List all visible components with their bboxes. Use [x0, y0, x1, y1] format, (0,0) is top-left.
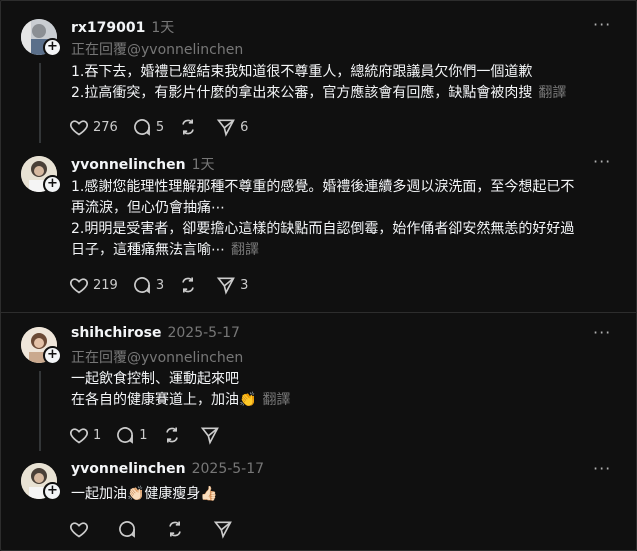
- comment-icon: [133, 277, 150, 294]
- comment-icon: [117, 427, 134, 444]
- share-count: 6: [240, 119, 249, 135]
- post-header: shihchirose 2025-5-17: [71, 325, 240, 341]
- action-bar: 276 5 6: [69, 117, 262, 137]
- comment-button[interactable]: 1: [115, 425, 148, 445]
- like-count: 276: [93, 119, 118, 135]
- username[interactable]: yvonnelinchen: [71, 461, 186, 477]
- more-icon[interactable]: ···: [593, 323, 611, 342]
- comment-button[interactable]: [117, 519, 141, 539]
- comment-button[interactable]: 5: [132, 117, 164, 137]
- follow-plus-icon[interactable]: +: [43, 482, 62, 501]
- post-line: 一起飲食控制、運動起來吧: [71, 371, 239, 387]
- action-bar: 219 3 3: [69, 275, 262, 295]
- timestamp[interactable]: 1天: [192, 157, 215, 173]
- post-line: 一起加油👏🏻健康瘦身👍🏻: [71, 486, 218, 502]
- reply-to-label[interactable]: 正在回覆@yvonnelinchen: [71, 347, 243, 367]
- comment-button[interactable]: 3: [132, 275, 164, 295]
- post-body: 1.感謝您能理性理解那種不尊重的感覺。婚禮後連續多週以淚洗面，至今想起已不 再流…: [71, 177, 611, 261]
- share-icon: [200, 427, 219, 445]
- share-button[interactable]: 6: [216, 117, 248, 137]
- repost-icon: [182, 119, 194, 135]
- repost-button[interactable]: [178, 117, 202, 137]
- heart-icon: [70, 428, 88, 444]
- post-header: yvonnelinchen 1天: [71, 154, 215, 174]
- share-button[interactable]: [200, 425, 224, 445]
- reply-to-label[interactable]: 正在回覆@yvonnelinchen: [71, 39, 243, 59]
- more-icon[interactable]: ···: [593, 15, 611, 34]
- timestamp[interactable]: 2025-5-17: [192, 461, 264, 477]
- heart-icon: [70, 522, 88, 538]
- follow-plus-icon[interactable]: +: [43, 346, 62, 365]
- like-count: 1: [93, 427, 102, 443]
- repost-icon: [169, 521, 181, 537]
- translate-link[interactable]: 翻譯: [231, 242, 259, 258]
- timestamp[interactable]: 1天: [151, 20, 174, 36]
- post-line: 1.感謝您能理性理解那種不尊重的感覺。婚禮後連續多週以淚洗面，至今想起已不: [71, 179, 575, 195]
- more-icon[interactable]: ···: [593, 459, 611, 478]
- post-line: 在各自的健康賽道上，加油👏: [71, 392, 257, 408]
- follow-plus-icon[interactable]: +: [43, 38, 62, 57]
- post-header: rx179001 1天: [71, 17, 174, 37]
- post-line: 再流淚，但心仍會抽痛⋯: [71, 200, 225, 216]
- action-bar: 1 1: [69, 425, 238, 445]
- like-button[interactable]: 276: [69, 117, 118, 137]
- share-button[interactable]: 3: [216, 275, 248, 295]
- like-button[interactable]: [69, 519, 93, 539]
- share-icon: [213, 521, 232, 539]
- post-line: 1.吞下去，婚禮已經結束我知道很不尊重人，總統府跟議員欠你們一個道歉: [71, 64, 533, 80]
- comment-icon: [133, 119, 150, 136]
- post-line: 2.拉高衝突，有影片什麼的拿出來公審，官方應該會有回應，缺點會被肉搜: [71, 85, 533, 101]
- repost-button[interactable]: [165, 519, 189, 539]
- heart-icon: [70, 278, 88, 294]
- comment-count: 5: [155, 119, 165, 135]
- thread-frame: + rx179001 1天 正在回覆@yvonnelinchen ··· 1.吞下…: [0, 0, 637, 551]
- post-line: 2.明明是受害者，卻要擔心這樣的缺點而自認倒霉，始作俑者卻安然無恙的好好過: [71, 221, 575, 237]
- comment-count: 3: [155, 277, 165, 293]
- translate-link[interactable]: 翻譯: [538, 85, 566, 101]
- share-icon: [216, 119, 235, 137]
- repost-button[interactable]: [162, 425, 186, 445]
- share-icon: [216, 277, 235, 295]
- like-button[interactable]: 1: [69, 425, 101, 445]
- comment-count: 1: [139, 427, 148, 443]
- post-body: 一起飲食控制、運動起來吧 在各自的健康賽道上，加油👏 翻譯: [71, 369, 611, 411]
- more-icon[interactable]: ···: [593, 152, 611, 171]
- username[interactable]: rx179001: [71, 20, 145, 36]
- like-count: 219: [93, 277, 118, 293]
- username[interactable]: shihchirose: [71, 325, 161, 341]
- username[interactable]: yvonnelinchen: [71, 157, 186, 173]
- thread-line: [39, 63, 41, 143]
- translate-link[interactable]: 翻譯: [262, 392, 290, 408]
- thread-line: [39, 371, 41, 451]
- comment-icon: [119, 521, 135, 538]
- post-header: yvonnelinchen 2025-5-17: [71, 461, 264, 477]
- action-bar: [69, 519, 251, 539]
- repost-icon: [182, 277, 194, 293]
- like-button[interactable]: 219: [69, 275, 118, 295]
- repost-icon: [165, 427, 178, 443]
- follow-plus-icon[interactable]: +: [43, 175, 62, 194]
- share-button[interactable]: [213, 519, 237, 539]
- timestamp[interactable]: 2025-5-17: [167, 325, 239, 341]
- post-body: 1.吞下去，婚禮已經結束我知道很不尊重人，總統府跟議員欠你們一個道歉 2.拉高衝…: [71, 62, 611, 104]
- share-count: 3: [240, 277, 249, 293]
- repost-button[interactable]: [178, 275, 202, 295]
- post-body: 一起加油👏🏻健康瘦身👍🏻: [71, 484, 611, 505]
- post-line: 日子，這種痛無法言喻⋯: [71, 242, 225, 258]
- divider: [1, 312, 636, 313]
- heart-icon: [70, 120, 88, 136]
